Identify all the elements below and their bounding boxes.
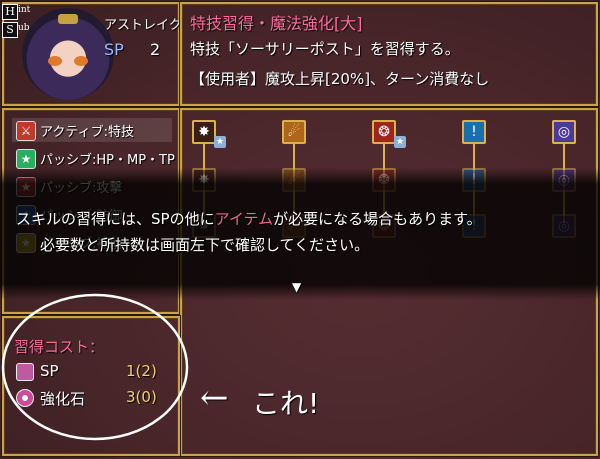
message-line1-start: スキルの習得には、SPの他に <box>16 210 215 228</box>
hair-ornament <box>58 14 78 24</box>
hint-key[interactable]: H <box>2 4 18 20</box>
annotation-text: これ! <box>252 387 320 420</box>
skill-title: 特技習得・魔法強化[大] <box>190 10 363 34</box>
sword-icon: ⚔ <box>16 121 36 141</box>
character-portrait <box>22 8 114 100</box>
skill-title-tag: [大] <box>334 14 363 33</box>
category-item[interactable]: ⚔ アクティブ:特技 <box>16 120 166 142</box>
message-line1-end: が必要になる場合もあります。 <box>273 210 482 228</box>
left-eye <box>48 56 62 66</box>
message-line2: 必要数と所持数は画面左下で確認してください。 <box>40 236 370 254</box>
continue-arrow-icon[interactable]: ▼ <box>292 280 301 294</box>
sub-key[interactable]: S <box>2 22 18 38</box>
message-line1: スキルの習得には、SPの他にアイテムが必要になる場合もあります。 <box>16 208 482 229</box>
annotation-arrow: ← <box>200 378 229 418</box>
category-label: パッシブ:HP・MP・TP <box>40 153 175 168</box>
hint-label: int <box>18 5 31 15</box>
fire-orb-icon[interactable]: ❂ <box>372 120 396 144</box>
star-icon: ★ <box>16 149 36 169</box>
fire-slash-icon[interactable]: ☄ <box>282 120 306 144</box>
right-eye <box>74 56 88 66</box>
skill-desc-line1: 特技「ソーサリーポスト」を習得する。 <box>190 40 460 58</box>
sub-label: ub <box>18 23 30 33</box>
sp-label: SP <box>104 40 124 59</box>
skill-desc-line2: 【使用者】魔攻上昇[20%]、ターン消費なし <box>190 70 490 88</box>
water-drop-icon[interactable]: ǃ <box>462 120 486 144</box>
category-item[interactable]: ★ パッシブ:HP・MP・TP <box>16 148 175 170</box>
annotation-circle <box>1 293 189 441</box>
skill-title-main: 特技習得・魔法強化 <box>190 14 335 33</box>
learned-star-icon: ★ <box>394 136 406 148</box>
learned-star-icon: ★ <box>214 136 226 148</box>
character-name: アストレイク <box>104 18 182 33</box>
message-item-highlight: アイテム <box>214 210 274 228</box>
sp-value: 2 <box>150 40 161 59</box>
flame-burst-icon[interactable]: ✸ <box>192 120 216 144</box>
category-label: アクティブ:特技 <box>40 125 134 140</box>
vortex-icon[interactable]: ◎ <box>552 120 576 144</box>
